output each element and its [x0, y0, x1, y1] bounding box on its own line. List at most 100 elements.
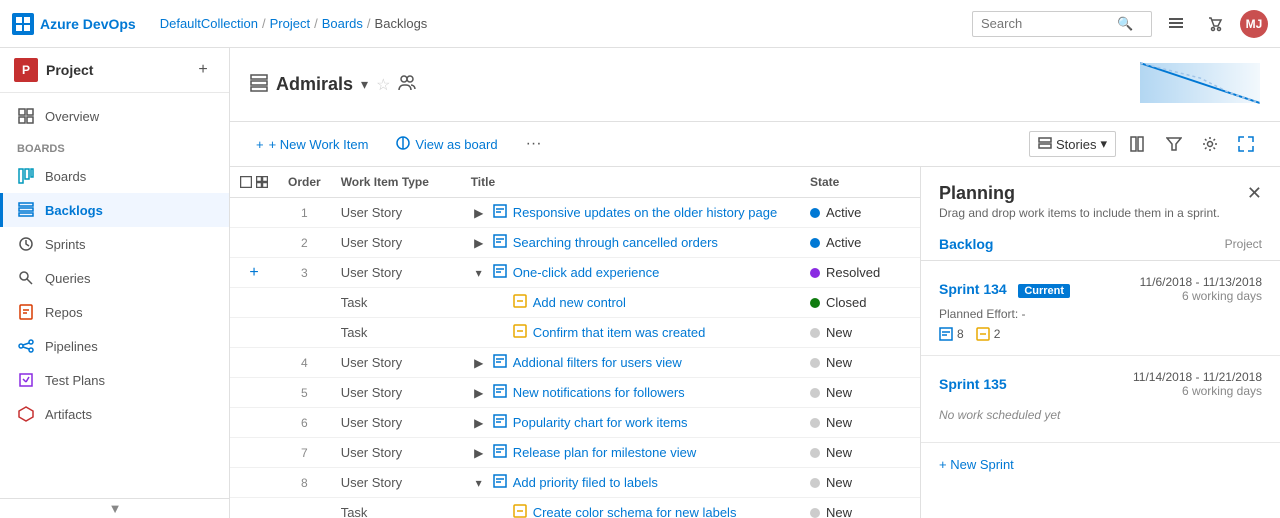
sidebar-item-sprints[interactable]: Sprints — [0, 227, 229, 261]
row-title[interactable]: ▶ Responsive updates on the older histor… — [461, 198, 800, 228]
row-title-text[interactable]: New notifications for followers — [513, 385, 685, 400]
row-title-text[interactable]: Addional filters for users view — [513, 355, 682, 370]
sidebar-item-pipelines[interactable]: Pipelines — [0, 329, 229, 363]
col-state-header[interactable]: State — [800, 167, 920, 198]
breadcrumb-boards[interactable]: Boards — [322, 16, 363, 31]
row-title-text[interactable]: Searching through cancelled orders — [513, 235, 718, 250]
expand-row-icon[interactable]: ▾ — [471, 476, 487, 490]
avatar[interactable]: MJ — [1240, 10, 1268, 38]
col-order-header[interactable]: Order — [278, 167, 331, 198]
logo[interactable]: Azure DevOps — [12, 13, 136, 35]
sidebar: P Project + Overview Boards Boards — [0, 48, 230, 518]
page-title-favorite-icon[interactable]: ☆ — [376, 75, 390, 95]
expand-icon[interactable] — [1232, 130, 1260, 158]
planning-nav-backlog[interactable]: Backlog — [939, 236, 993, 252]
col-title-header[interactable]: Title — [461, 167, 800, 198]
sidebar-items: Overview Boards Boards Backlogs — [0, 93, 229, 498]
row-state: Resolved — [800, 258, 920, 288]
row-add-col: + — [230, 258, 278, 288]
page-title-team-icon[interactable] — [398, 73, 416, 96]
row-title[interactable]: ▶ Release plan for milestone view — [461, 438, 800, 468]
sidebar-item-test-plans[interactable]: Test Plans — [0, 363, 229, 397]
row-order: 4 — [278, 348, 331, 378]
page-title-dropdown-icon[interactable]: ▾ — [361, 76, 368, 93]
sidebar-item-repos[interactable]: Repos — [0, 295, 229, 329]
state-label: New — [826, 385, 852, 400]
expand-row-icon[interactable]: ▶ — [471, 446, 487, 460]
row-title[interactable]: ▶ New notifications for followers — [461, 378, 800, 408]
filter-icon[interactable] — [1160, 130, 1188, 158]
row-title-text[interactable]: Create color schema for new labels — [533, 505, 737, 518]
col-type-header[interactable]: Work Item Type — [331, 167, 461, 198]
expand-row-icon[interactable]: ▶ — [471, 386, 487, 400]
queries-icon — [17, 269, 35, 287]
state-dot — [810, 478, 820, 488]
state-dot — [810, 388, 820, 398]
expand-row-icon[interactable]: ▶ — [471, 416, 487, 430]
new-work-item-button[interactable]: + + New Work Item — [250, 133, 374, 156]
row-title-text[interactable]: Release plan for milestone view — [513, 445, 697, 460]
row-type: User Story — [331, 348, 461, 378]
search-input[interactable] — [981, 16, 1111, 31]
state-dot — [810, 418, 820, 428]
row-title-text[interactable]: Add new control — [533, 295, 626, 310]
row-add-col — [230, 198, 278, 228]
expand-row-icon[interactable]: ▶ — [471, 206, 487, 220]
row-title[interactable]: Add new control — [461, 288, 800, 318]
expand-row-icon[interactable]: ▶ — [471, 236, 487, 250]
row-title-text[interactable]: Popularity chart for work items — [513, 415, 688, 430]
row-title-text[interactable]: Add priority filed to labels — [513, 475, 658, 490]
stories-dropdown-button[interactable]: Stories ▾ — [1029, 131, 1116, 157]
row-title[interactable]: ▾ One-click add experience — [461, 258, 800, 288]
settings-icon[interactable] — [1196, 130, 1224, 158]
sidebar-item-boards[interactable]: Boards — [0, 159, 229, 193]
column-options-icon[interactable] — [1124, 130, 1152, 158]
row-title[interactable]: ▶ Addional filters for users view — [461, 348, 800, 378]
row-order: 3 — [278, 258, 331, 288]
row-title-text[interactable]: Confirm that item was created — [533, 325, 706, 340]
row-state: Closed — [800, 288, 920, 318]
sidebar-item-backlogs[interactable]: Backlogs — [0, 193, 229, 227]
new-work-item-label: + New Work Item — [269, 137, 369, 152]
sidebar-scroll-down[interactable]: ▼ — [0, 498, 230, 518]
search-box[interactable]: 🔍 — [972, 11, 1152, 37]
breadcrumb-backlogs: Backlogs — [375, 16, 428, 31]
state-label: Active — [826, 235, 861, 250]
sidebar-project-label: Project — [46, 62, 93, 78]
sidebar-item-overview[interactable]: Overview — [0, 99, 229, 133]
sidebar-item-label: Test Plans — [45, 373, 105, 388]
breadcrumb-default-collection[interactable]: DefaultCollection — [160, 16, 258, 31]
breadcrumb-project[interactable]: Project — [270, 16, 310, 31]
add-row-button[interactable]: + — [249, 264, 258, 281]
basket-icon[interactable] — [1200, 8, 1232, 40]
row-title[interactable]: Create color schema for new labels — [461, 498, 800, 518]
sidebar-item-queries[interactable]: Queries — [0, 261, 229, 295]
row-type: User Story — [331, 408, 461, 438]
view-as-board-button[interactable]: View as board — [390, 132, 503, 157]
new-sprint-button[interactable]: + New Sprint — [921, 443, 1280, 486]
row-title-text[interactable]: Responsive updates on the older history … — [513, 205, 778, 220]
row-title[interactable]: ▶ Popularity chart for work items — [461, 408, 800, 438]
stories-count: 8 — [939, 327, 964, 341]
row-title-text[interactable]: One-click add experience — [513, 265, 660, 280]
row-title[interactable]: ▾ Add priority filed to labels — [461, 468, 800, 498]
more-options-button[interactable]: ··· — [520, 131, 548, 157]
sidebar-add-button[interactable]: + — [191, 58, 215, 82]
notifications-icon[interactable] — [1160, 8, 1192, 40]
pipelines-icon — [17, 337, 35, 355]
sprint-working-days: 6 working days — [1140, 289, 1262, 303]
expand-row-icon[interactable]: ▶ — [471, 356, 487, 370]
row-title[interactable]: Confirm that item was created — [461, 318, 800, 348]
row-type: Task — [331, 498, 461, 518]
sprint-name-link[interactable]: Sprint 134 — [939, 281, 1007, 297]
sidebar-item-label: Overview — [45, 109, 99, 124]
sidebar-item-artifacts[interactable]: Artifacts — [0, 397, 229, 431]
stories-count-label: 8 — [957, 327, 964, 341]
sprint-name-link[interactable]: Sprint 135 — [939, 376, 1007, 392]
row-state: New — [800, 348, 920, 378]
row-title[interactable]: ▶ Searching through cancelled orders — [461, 228, 800, 258]
expand-row-icon[interactable]: ▾ — [471, 266, 487, 280]
table-row: 2 User Story ▶ Searching through cancell… — [230, 228, 920, 258]
planning-close-button[interactable]: ✕ — [1247, 183, 1262, 204]
sprint-card: Sprint 135 11/14/2018 - 11/21/2018 6 wor… — [921, 356, 1280, 443]
